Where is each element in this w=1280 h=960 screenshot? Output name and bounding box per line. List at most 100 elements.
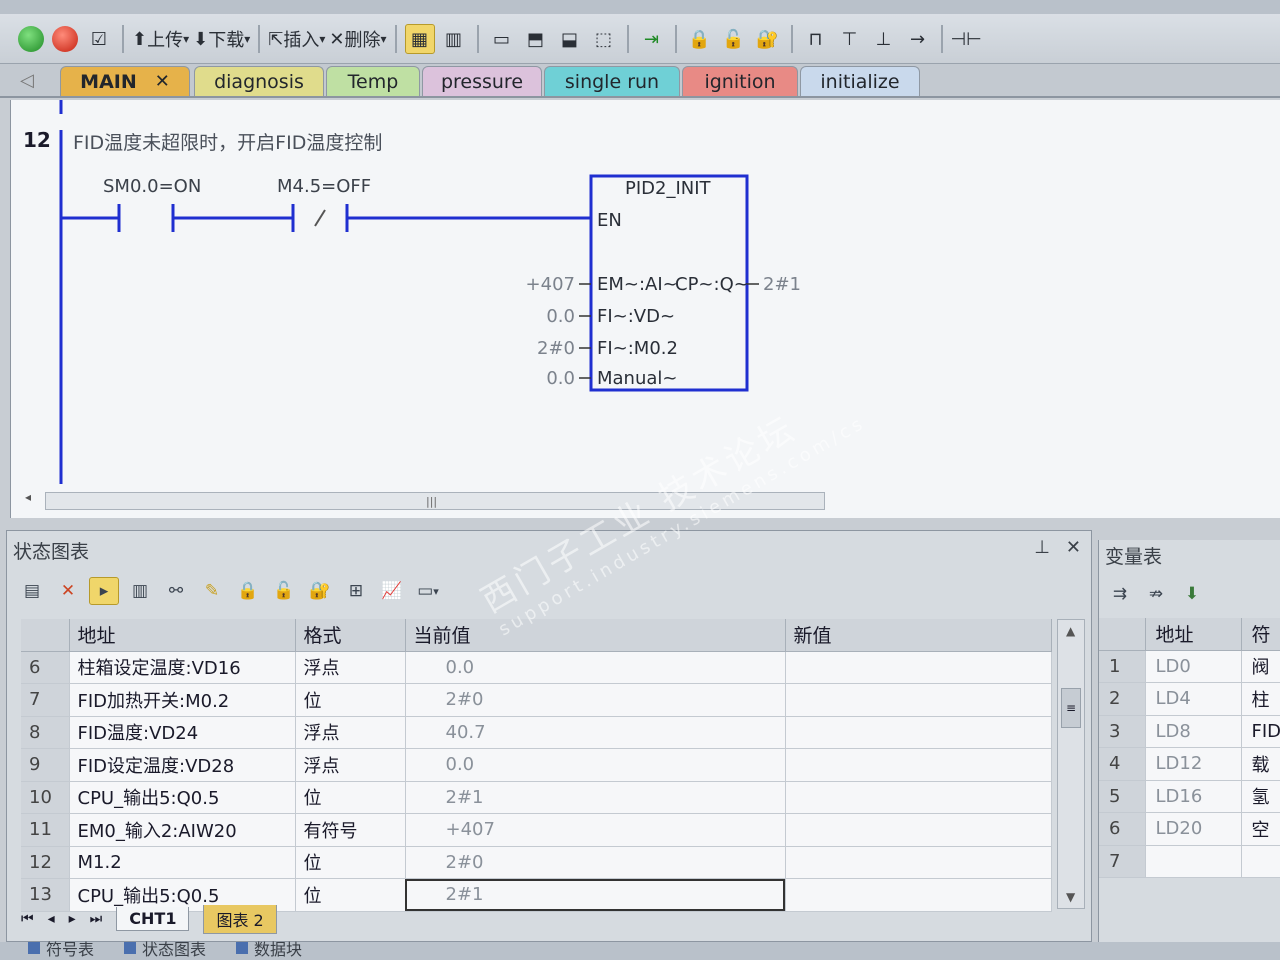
- pin-value[interactable]: 0.0: [511, 306, 575, 327]
- lock-all-button[interactable]: 🔐: [753, 24, 783, 54]
- format-cell[interactable]: 有符号: [295, 813, 406, 847]
- tab-symbol-table[interactable]: 符号表: [28, 936, 94, 960]
- branch-down-button[interactable]: ⊤: [835, 24, 865, 54]
- table-row[interactable]: 8 FID温度:VD24 浮点 40.7: [21, 716, 1052, 749]
- line-right-button[interactable]: →: [903, 24, 933, 54]
- symbol-cell[interactable]: 空: [1241, 812, 1280, 846]
- table-row[interactable]: 10 CPU_输出5:Q0.5 位 2#1: [21, 781, 1052, 814]
- tab-initialize[interactable]: initialize: [800, 66, 920, 96]
- tab-temp[interactable]: Temp: [326, 66, 420, 96]
- network-comment[interactable]: FID温度未超限时，开启FID温度控制: [73, 128, 382, 155]
- address-cell[interactable]: FID设定温度:VD28: [69, 748, 296, 782]
- prev-bookmark-button[interactable]: ⬒: [521, 24, 551, 54]
- pin-icon[interactable]: ⊥: [1034, 537, 1050, 558]
- pause-monitor-button[interactable]: ▥: [439, 24, 469, 54]
- new-value-cell[interactable]: [785, 781, 1052, 814]
- table-row[interactable]: 12 M1.2 位 2#0: [21, 846, 1052, 879]
- format-cell[interactable]: 位: [295, 878, 406, 912]
- address-cell[interactable]: FID加热开关:M0.2: [69, 683, 296, 717]
- address-cell[interactable]: 柱箱设定温度:VD16: [69, 651, 296, 684]
- current-value-cell[interactable]: 0.0: [405, 651, 786, 684]
- monitor-toggle-button[interactable]: ▦: [404, 24, 435, 54]
- read-forced-button[interactable]: ⊞: [341, 577, 371, 605]
- address-cell[interactable]: LD20: [1145, 812, 1242, 846]
- current-value-cell[interactable]: 40.7: [405, 716, 786, 749]
- unlock-button[interactable]: 🔓: [719, 24, 749, 54]
- options-button[interactable]: ▭ ▾: [413, 577, 443, 605]
- upload-button[interactable]: ⬆ 上传 ▾: [132, 24, 189, 54]
- write-button[interactable]: ✎: [197, 577, 227, 605]
- format-cell[interactable]: 位: [295, 683, 406, 717]
- table-row[interactable]: 6 柱箱设定温度:VD16 浮点 0.0: [21, 651, 1052, 684]
- update-button[interactable]: ⬇: [1177, 580, 1207, 608]
- scroll-down-icon[interactable]: ▼: [1066, 890, 1075, 904]
- address-cell[interactable]: LD8: [1145, 715, 1242, 748]
- current-value-cell[interactable]: 2#1: [405, 781, 786, 814]
- scroll-thumb[interactable]: ≡: [1061, 688, 1081, 728]
- new-value-cell[interactable]: [785, 683, 1052, 717]
- insert-button[interactable]: ⇱ 插入 ▾: [268, 24, 325, 54]
- sheet-tab-chart2[interactable]: 图表 2: [203, 904, 277, 934]
- vertical-scrollbar[interactable]: ▲ ≡ ▼: [1057, 619, 1085, 909]
- close-icon[interactable]: ✕: [1066, 537, 1081, 558]
- force-button[interactable]: 🔒: [233, 577, 263, 605]
- chart-pause-button[interactable]: ▥: [125, 577, 155, 605]
- branch-button[interactable]: ⊓: [801, 24, 831, 54]
- stop-button[interactable]: [50, 24, 80, 54]
- current-value-cell[interactable]: 2#0: [405, 683, 786, 717]
- next-sheet-icon[interactable]: ▸: [69, 911, 76, 927]
- table-row[interactable]: 9 FID设定温度:VD28 浮点 0.0: [21, 748, 1052, 782]
- format-cell[interactable]: 位: [295, 846, 406, 879]
- new-value-cell[interactable]: [785, 716, 1052, 749]
- download-button[interactable]: ⬇ 下载 ▾: [193, 24, 250, 54]
- table-row[interactable]: 4 LD12 载: [1099, 747, 1280, 781]
- delete-row-button[interactable]: ✕: [53, 577, 83, 605]
- delete-var-button[interactable]: ⇏: [1141, 580, 1171, 608]
- address-cell[interactable]: CPU_输出5:Q0.5: [69, 781, 296, 814]
- bookmark-button[interactable]: ▭: [487, 24, 517, 54]
- compile-button[interactable]: ☑: [84, 24, 114, 54]
- pin-value[interactable]: +407: [511, 274, 575, 295]
- scroll-left-icon[interactable]: ◂: [25, 490, 31, 504]
- last-sheet-icon[interactable]: ⏭: [90, 911, 103, 927]
- tab-status-chart[interactable]: 状态图表: [124, 936, 206, 960]
- address-cell[interactable]: M1.2: [69, 846, 296, 879]
- table-row[interactable]: 3 LD8 FID: [1099, 715, 1280, 748]
- symbol-cell[interactable]: 氢: [1241, 780, 1280, 813]
- clear-bookmark-button[interactable]: ⬚: [589, 24, 619, 54]
- table-row[interactable]: 7: [1099, 845, 1280, 878]
- tab-diagnosis[interactable]: diagnosis: [194, 66, 324, 96]
- symbol-cell[interactable]: 阀: [1241, 650, 1280, 683]
- current-value-cell[interactable]: 2#1: [405, 878, 786, 912]
- table-row[interactable]: 5 LD16 氢: [1099, 780, 1280, 813]
- run-button[interactable]: [16, 24, 46, 54]
- format-cell[interactable]: 浮点: [295, 748, 406, 782]
- read-button[interactable]: ⚯: [161, 577, 191, 605]
- format-cell[interactable]: 浮点: [295, 651, 406, 684]
- lock-button[interactable]: 🔒: [685, 24, 715, 54]
- sheet-tab-cht1[interactable]: CHT1: [116, 907, 190, 931]
- tab-single-run[interactable]: single run: [544, 66, 680, 96]
- table-row[interactable]: 6 LD20 空: [1099, 812, 1280, 846]
- branch-up-button[interactable]: ⊥: [869, 24, 899, 54]
- delete-button[interactable]: ✕ 删除 ▾: [329, 24, 386, 54]
- current-value-cell[interactable]: +407: [405, 813, 786, 847]
- pin-value[interactable]: 2#0: [511, 338, 575, 359]
- contact-button[interactable]: ⊣⊢: [951, 24, 982, 54]
- scroll-left-icon[interactable]: ◁: [20, 70, 34, 91]
- unforce-button[interactable]: 🔓: [269, 577, 299, 605]
- tab-main[interactable]: MAIN ✕: [60, 66, 190, 96]
- close-icon[interactable]: ✕: [155, 71, 170, 92]
- new-value-cell[interactable]: [785, 878, 1052, 912]
- add-row-button[interactable]: ▤: [17, 577, 47, 605]
- address-cell[interactable]: LD16: [1145, 780, 1242, 813]
- next-bookmark-button[interactable]: ⬓: [555, 24, 585, 54]
- ladder-editor[interactable]: 12 FID温度未超限时，开启FID温度控制 SM0.0=ON M4.5=OFF…: [10, 100, 1280, 518]
- symbol-cell[interactable]: 柱: [1241, 682, 1280, 716]
- horizontal-scrollbar[interactable]: |||: [45, 492, 825, 510]
- tab-pressure[interactable]: pressure: [422, 66, 542, 96]
- output-pin-value[interactable]: 2#1: [763, 274, 801, 295]
- pin-value[interactable]: 0.0: [511, 368, 575, 389]
- symbol-cell[interactable]: FID: [1241, 715, 1280, 748]
- first-sheet-icon[interactable]: ⏮: [21, 911, 34, 927]
